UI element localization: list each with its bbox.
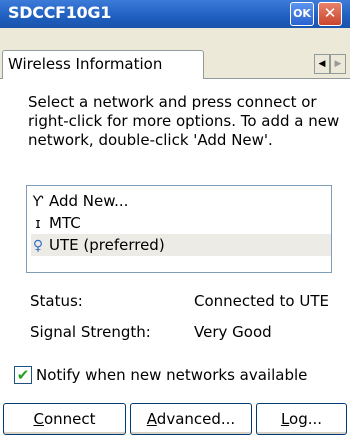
- advanced-button[interactable]: Advanced...: [130, 403, 252, 435]
- signal-strength-label: Signal Strength:: [30, 323, 151, 341]
- window-title: SDCCF10G1: [8, 3, 112, 22]
- network-item-ute[interactable]: ♀ UTE (preferred): [31, 234, 331, 256]
- notify-label[interactable]: Notify when new networks available: [36, 366, 307, 384]
- log-mnemonic: L: [280, 410, 290, 428]
- close-button[interactable]: ✕: [318, 2, 342, 26]
- ok-button[interactable]: OK: [290, 2, 314, 26]
- title-bar: SDCCF10G1 OK ✕: [0, 0, 350, 28]
- network-list[interactable]: Ƴ Add New... ɪ MTC ♀ UTE (preferred): [26, 185, 332, 273]
- tab-wireless-information[interactable]: Wireless Information: [2, 50, 204, 79]
- preferred-network-icon: ♀: [32, 238, 44, 254]
- network-item-mtc[interactable]: ɪ MTC: [31, 212, 331, 234]
- connect-mnemonic: C: [33, 410, 44, 428]
- advanced-mnemonic: A: [146, 410, 157, 428]
- status-label: Status:: [30, 292, 83, 310]
- status-value: Connected to UTE: [194, 292, 329, 310]
- tab-scroll-left-icon[interactable]: ◀: [314, 54, 330, 74]
- log-button[interactable]: Log...: [256, 403, 347, 435]
- network-label: UTE (preferred): [49, 236, 165, 254]
- network-label: MTC: [49, 214, 81, 232]
- tab-scroll-right-icon[interactable]: ▶: [330, 54, 346, 74]
- signal-strength-value: Very Good: [194, 323, 272, 341]
- tab-label: Wireless Information: [8, 55, 163, 73]
- notify-checkbox[interactable]: ✔: [14, 366, 32, 384]
- instructions-text: Select a network and press connect or ri…: [28, 93, 340, 149]
- network-icon: ɪ: [35, 216, 41, 232]
- antenna-icon: Ƴ: [32, 194, 44, 210]
- network-label: Add New...: [49, 192, 129, 210]
- network-item-add-new[interactable]: Ƴ Add New...: [31, 190, 331, 212]
- advanced-label: dvanced...: [156, 410, 236, 428]
- connect-button[interactable]: Connect: [3, 403, 126, 435]
- log-label: og...: [289, 410, 323, 428]
- connect-label: onnect: [43, 410, 96, 428]
